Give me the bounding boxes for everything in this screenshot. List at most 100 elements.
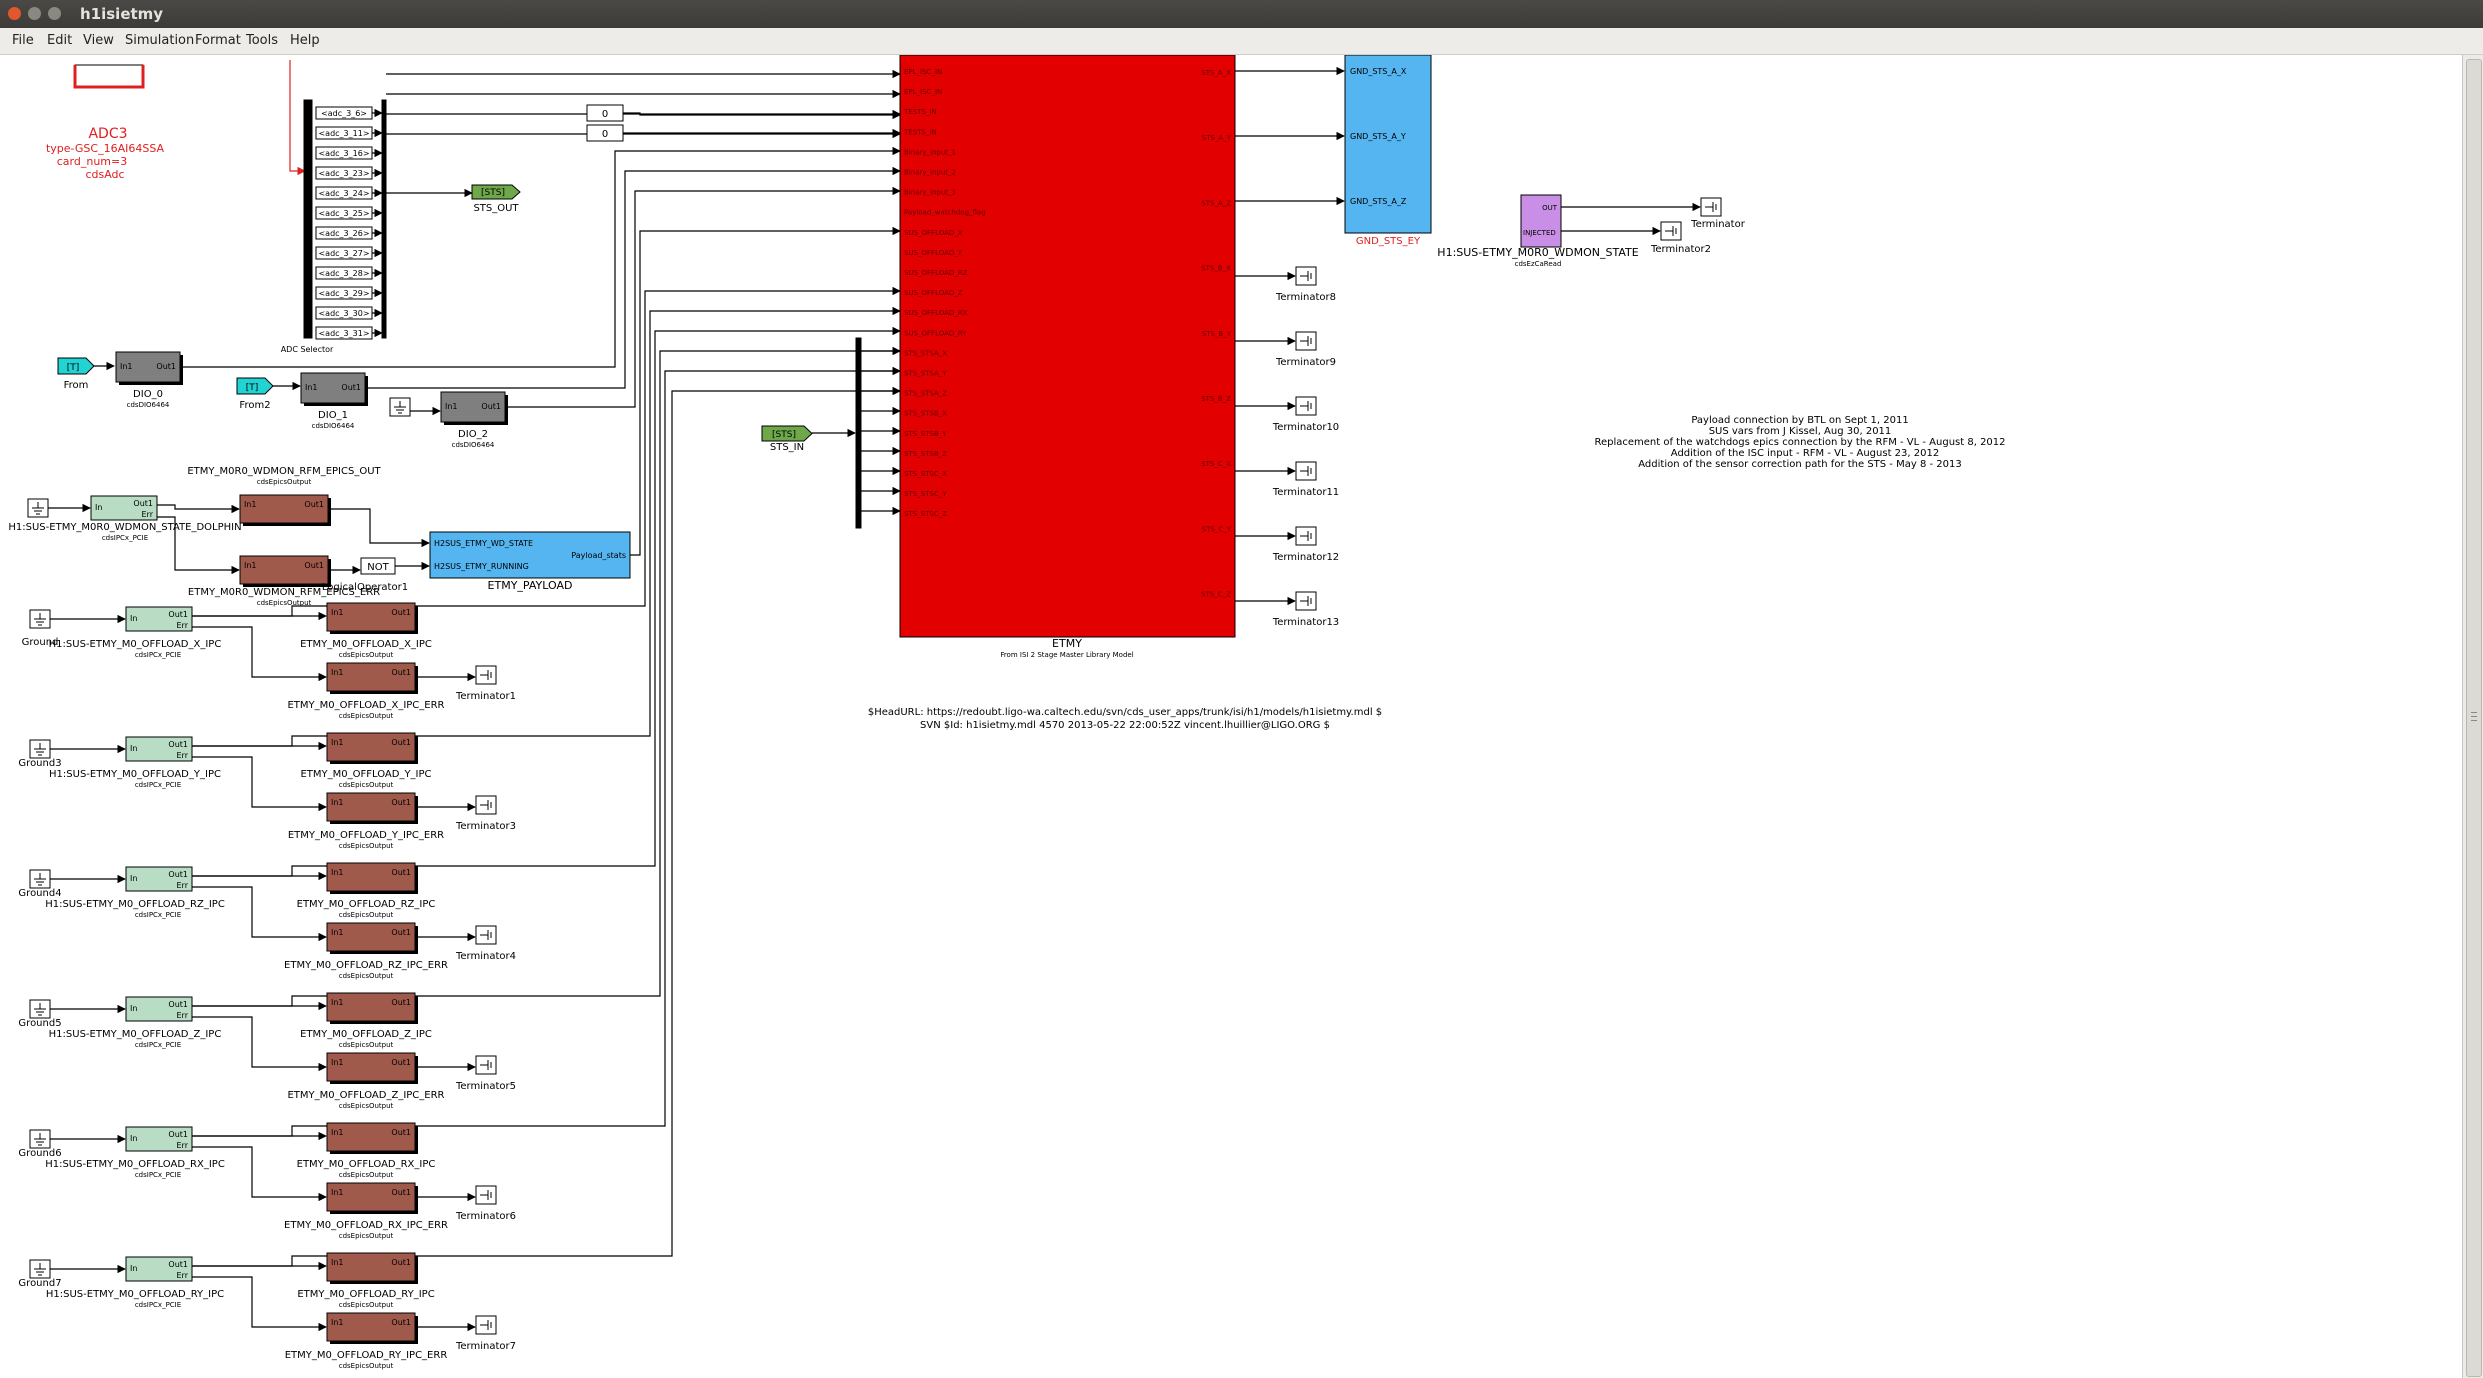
adc-channel-label: <adc_3_27> (318, 249, 369, 258)
adc-selector-caption: ADC Selector (281, 345, 334, 354)
adc-channel-label: <adc_3_26> (318, 229, 369, 238)
offload-row-3-epics-err-port-out: Out1 (391, 928, 411, 937)
payload-port-in2: H2SUS_ETMY_RUNNING (434, 562, 529, 571)
adc-channel-label: <adc_3_16> (318, 149, 369, 158)
offload-row-5-ipc-lib: cdsIPCx_PCIE (135, 1171, 181, 1179)
offload-row-2-ipc-label: H1:SUS-ETMY_M0_OFFLOAD_Y_IPC (49, 769, 221, 780)
close-window-button[interactable] (8, 7, 21, 20)
scrollbar-thumb[interactable] (2466, 59, 2482, 1377)
adc3-type: type-GSC_16AI64SSA (46, 142, 165, 155)
offload-row-4-ipc-label: H1:SUS-ETMY_M0_OFFLOAD_Z_IPC (49, 1029, 222, 1040)
ezca-terminator-label: Terminator (1690, 219, 1746, 230)
adc-channel-label: <adc_3_11> (318, 129, 369, 138)
logical-operator-label: LogicalOperator1 (322, 582, 408, 593)
menu-simulation[interactable]: Simulation (125, 33, 194, 48)
vertical-scrollbar[interactable] (2462, 55, 2483, 1378)
etmy-output-port: STS_C_X (1201, 460, 1231, 468)
svn-headurl: $HeadURL: https://redoubt.ligo-wa.caltec… (868, 707, 1382, 718)
ezca-read-block[interactable] (1520, 194, 1562, 248)
offload-row-5-epics-err-lib: cdsEpicsOutput (339, 1232, 394, 1240)
etmy-input-port: SUS_OFFLOAD_RX (904, 309, 968, 317)
offload-row-6-epics-port-out: Out1 (391, 1258, 411, 1267)
adc-selector-left-bar[interactable] (303, 99, 313, 339)
ezca-terminator-2-label: Terminator2 (1650, 244, 1711, 255)
offload-row-3-epics-err-label: ETMY_M0_OFFLOAD_RZ_IPC_ERR (284, 960, 448, 971)
note-line: SUS vars from J Kissel, Aug 30, 2011 (1709, 426, 1892, 437)
offload-row-3-ipc-label: H1:SUS-ETMY_M0_OFFLOAD_RZ_IPC (45, 899, 225, 910)
etmy-input-port: Binary_input_1 (904, 148, 956, 156)
offload-row-2-epics-err-lib: cdsEpicsOutput (339, 842, 394, 850)
dio2-to-etmy (505, 186, 901, 408)
etmy-input-port: EPL_ISC_IN (904, 68, 942, 76)
offload-row-2-terminator-label: Terminator3 (455, 821, 516, 832)
wdmon-epics-out-lib: cdsEpicsOutput (257, 478, 312, 486)
offload-row-4-epics-err-port-out: Out1 (391, 1058, 411, 1067)
offload-row-5-epics-lib: cdsEpicsOutput (339, 1171, 394, 1179)
dio-0-block-lib: cdsDIO6464 (127, 401, 170, 409)
dio-1-block-lib: cdsDIO6464 (312, 422, 355, 430)
adc-channel-label: <adc_3_25> (318, 209, 369, 218)
etmy-input-port: STS_STSB_X (904, 410, 947, 418)
gnd-sts-port: GND_STS_A_Z (1350, 197, 1407, 206)
dio-1-block-port-out: Out1 (341, 383, 361, 392)
menu-view[interactable]: View (83, 33, 114, 48)
etmy-input-port: Binary_input_2 (904, 169, 956, 177)
offload-row-2-err-wire (192, 756, 327, 812)
offload-row-1-epics-port-in: In1 (331, 608, 344, 617)
adc3-block[interactable] (74, 64, 144, 88)
offload-row-4-epics-lib: cdsEpicsOutput (339, 1041, 394, 1049)
offload-row-4-epics-label: ETMY_M0_OFFLOAD_Z_IPC (300, 1029, 432, 1040)
menu-format[interactable]: Format (195, 33, 241, 48)
offload-row-1-terminator-label: Terminator1 (455, 691, 516, 702)
svn-id: SVN $Id: h1isietmy.mdl 4570 2013-05-22 2… (920, 720, 1330, 731)
offload-row-3-terminator-label: Terminator4 (455, 951, 516, 962)
offload-row-4-terminator-label: Terminator5 (455, 1081, 516, 1092)
dio-1-block-port-in: In1 (305, 383, 318, 392)
constant-1-value: 0 (602, 109, 608, 120)
offload-row-6-ground-label: Ground7 (18, 1278, 61, 1289)
adc-selector-bus[interactable] (381, 99, 387, 339)
maximize-window-button[interactable] (48, 7, 61, 20)
menu-bar: File Edit View Simulation Format Tools H… (0, 28, 2483, 55)
offload-row-5-ipc-port-in: In (130, 1134, 137, 1143)
offload-row-4-epics-port-in: In1 (331, 998, 344, 1007)
adc-feed-line (289, 60, 306, 176)
window-titlebar: h1isietmy (0, 0, 2483, 28)
dio-2-block-port-in: In1 (445, 402, 458, 411)
etmy-input-port: TESTS_IN (903, 128, 937, 136)
etmy-output-port: STS_C_Y (1202, 525, 1232, 533)
gnd-sts-block[interactable] (1344, 55, 1432, 234)
etmy-block[interactable] (899, 55, 1236, 638)
wdmon-epics-out-port-in: In1 (244, 500, 257, 509)
etmy-input-port: EPL_ISC_IN (904, 88, 942, 96)
offload-row-1-epics-lib: cdsEpicsOutput (339, 651, 394, 659)
menu-help[interactable]: Help (290, 33, 320, 48)
etmy-input-port: STS_STSB_Z (904, 450, 947, 458)
minimize-window-button[interactable] (28, 7, 41, 20)
note-line: Addition of the ISC input - RFM - VL - A… (1671, 448, 1939, 459)
offload-row-5-epics-err-port-out: Out1 (391, 1188, 411, 1197)
right-terminator-label: Terminator10 (1272, 422, 1339, 433)
from-label: From (64, 380, 89, 391)
offload-row-5-epics-err-port-in: In1 (331, 1188, 344, 1197)
offload-row-5-terminator-label: Terminator6 (455, 1211, 516, 1222)
offload-row-6-epics-port-in: In1 (331, 1258, 344, 1267)
offload-row-5-epics-err-label: ETMY_M0_OFFLOAD_RX_IPC_ERR (284, 1220, 448, 1231)
menu-edit[interactable]: Edit (47, 33, 72, 48)
menu-tools[interactable]: Tools (246, 33, 278, 48)
offload-row-5-ipc-label: H1:SUS-ETMY_M0_OFFLOAD_RX_IPC (45, 1159, 225, 1170)
offload-row-6-terminator-label: Terminator7 (455, 1341, 516, 1352)
diagram-canvas[interactable]: ADC3 type-GSC_16AI64SSA card_num=3 cdsAdc <a… (0, 55, 2462, 1378)
etmy-title: ETMY (1052, 637, 1082, 650)
offload-row-1-epics-label: ETMY_M0_OFFLOAD_X_IPC (300, 639, 432, 650)
simulink-diagram[interactable]: ADC3type-GSC_16AI64SSAcard_num=3cdsAdc <a… (0, 55, 2462, 1378)
from2-block-tag: [T] (246, 383, 259, 393)
offload-row-2-epics-err-port-out: Out1 (391, 798, 411, 807)
adc-channel-label: <adc_3_24> (318, 189, 369, 198)
wdmon-epics-err-port-in: In1 (244, 561, 257, 570)
offload-row-1-err-wire (192, 626, 327, 682)
payload-port-out: Payload_stats (571, 551, 626, 560)
menu-file[interactable]: File (12, 33, 34, 48)
from-block-tag: [T] (67, 363, 80, 373)
sts-bus-bar[interactable] (855, 337, 862, 529)
